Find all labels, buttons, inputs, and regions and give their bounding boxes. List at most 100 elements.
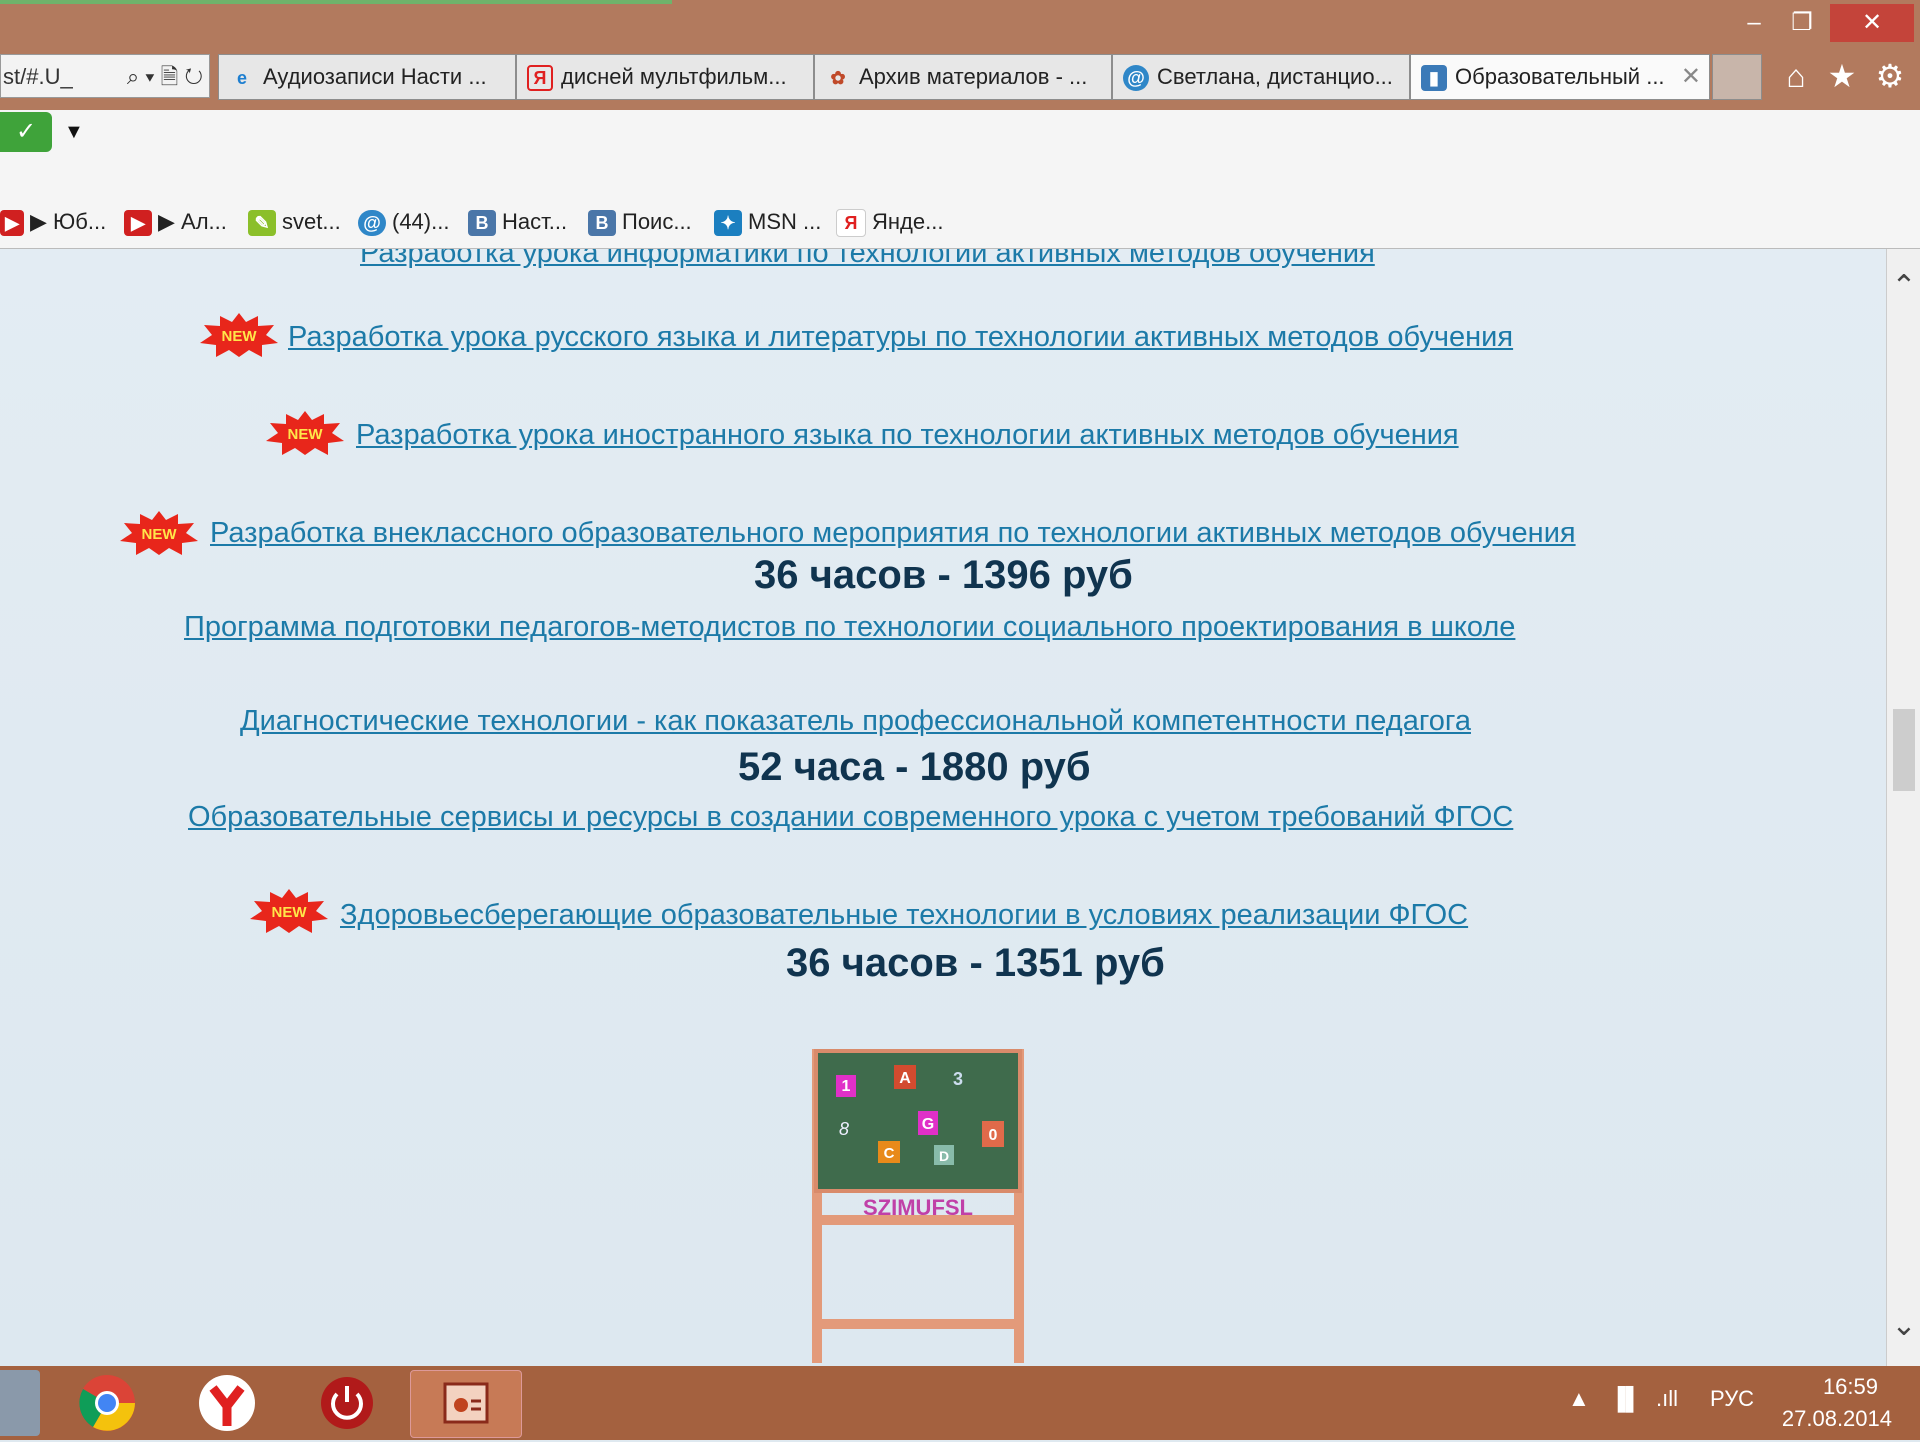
- tray-arrow-icon[interactable]: ▲: [1568, 1386, 1590, 1412]
- check-icon[interactable]: ✓: [0, 112, 52, 152]
- course-link-methodists[interactable]: Программа подготовки педагогов-методисто…: [184, 611, 1515, 644]
- yandex-browser-icon[interactable]: [184, 1370, 270, 1436]
- svg-text:8: 8: [839, 1119, 849, 1139]
- favorite-item[interactable]: B Поис...: [588, 204, 692, 240]
- network-icon[interactable]: ▐▌: [1610, 1386, 1641, 1412]
- new-badge-icon: NEW: [266, 411, 344, 455]
- window-titlebar: – ❐ ✕: [0, 0, 1920, 44]
- minimize-button[interactable]: –: [1732, 4, 1776, 42]
- price-label: 36 часов - 1396 руб: [754, 553, 1133, 597]
- price-label: 52 часа - 1880 руб: [738, 745, 1091, 789]
- course-link-diagnostics[interactable]: Диагностические технологии - как показат…: [240, 705, 1471, 738]
- favorite-item[interactable]: ▶ ▶ Юб...: [0, 204, 106, 240]
- tab-archive[interactable]: ✿ Архив материалов - ...: [814, 54, 1112, 100]
- cartoon-icon: ✿: [830, 68, 846, 89]
- leaf-icon: ✎: [248, 210, 276, 237]
- svg-text:1: 1: [842, 1078, 851, 1095]
- tab-label: Образовательный ...: [1455, 64, 1665, 89]
- new-badge-icon: NEW: [250, 889, 328, 933]
- play-icon: ▶: [30, 209, 47, 234]
- favorite-label: svet...: [282, 209, 341, 234]
- mail-icon: @: [1123, 65, 1149, 92]
- course-link-informatics[interactable]: Разработка урока информатики по технолог…: [360, 249, 1375, 270]
- tab-disney[interactable]: Ядисней мультфильм...: [516, 54, 814, 100]
- svg-text:NEW: NEW: [288, 426, 324, 443]
- home-icon[interactable]: ⌂: [1776, 56, 1816, 96]
- language-indicator[interactable]: РУС: [1710, 1386, 1754, 1412]
- favorite-label: (44)...: [392, 209, 450, 234]
- scroll-down-icon[interactable]: ⌄: [1887, 1306, 1920, 1346]
- favorite-label: Поис...: [622, 209, 692, 234]
- course-link-services[interactable]: Образовательные сервисы и ресурсы в созд…: [188, 801, 1513, 834]
- clock-date[interactable]: 27.08.2014: [1782, 1406, 1892, 1432]
- chrome-icon[interactable]: [64, 1370, 150, 1436]
- command-bar: ✓ ▼: [0, 110, 1920, 196]
- favorite-item[interactable]: B Наст...: [468, 204, 567, 240]
- favorite-item[interactable]: ✦ MSN ...: [714, 204, 821, 240]
- vk-icon: B: [588, 210, 616, 237]
- tab-educational[interactable]: ▮ Образовательный ... ✕: [1410, 54, 1710, 100]
- chalkboard-image: 1 A 3 8 G 0 C D SZIMUFSL: [812, 1049, 1024, 1363]
- svg-text:A: A: [899, 1070, 911, 1087]
- new-badge-icon: NEW: [200, 313, 278, 357]
- favorite-item[interactable]: Я Янде...: [836, 204, 943, 240]
- scroll-up-icon[interactable]: ⌃: [1887, 267, 1920, 307]
- address-bar[interactable]: st/#.U_ ⌕ ▾ 🗎 ↻: [0, 54, 210, 98]
- tab-svetlana[interactable]: @ Светлана, дистанцио...: [1112, 54, 1410, 100]
- svg-text:C: C: [884, 1145, 895, 1162]
- yandex-icon: Я: [527, 65, 553, 92]
- powerpoint-icon[interactable]: [410, 1370, 522, 1438]
- titlebar-accent: [0, 0, 672, 4]
- site-icon: ▮: [1421, 65, 1447, 92]
- course-link-health[interactable]: Здоровьесберегающие образовательные техн…: [340, 899, 1468, 932]
- favorite-item[interactable]: ✎ svet...: [248, 204, 341, 240]
- tab-label: Архив материалов - ...: [859, 64, 1088, 89]
- tab-label: Светлана, дистанцио...: [1157, 64, 1393, 89]
- svg-text:3: 3: [953, 1069, 963, 1089]
- tab-audio[interactable]: e Аудиозаписи Насти ...: [218, 54, 516, 100]
- svg-text:NEW: NEW: [142, 526, 178, 543]
- new-tab-button[interactable]: [1712, 54, 1762, 100]
- favorites-bar: ▶ ▶ Юб... ▶ ▶ Ал... ✎ svet... @ (44)... B Нас…: [0, 196, 1920, 249]
- youtube-icon: ▶: [124, 210, 152, 237]
- taskbar: ▲ ▐▌ .ıll РУС 16:59 27.08.2014: [0, 1366, 1920, 1440]
- svg-text:0: 0: [989, 1127, 998, 1144]
- close-window-button[interactable]: ✕: [1830, 4, 1914, 42]
- chevron-down-icon[interactable]: ▼: [64, 112, 84, 152]
- svg-text:G: G: [922, 1116, 934, 1133]
- new-badge-icon: NEW: [120, 511, 198, 555]
- yandex-icon: Я: [836, 209, 866, 238]
- youtube-icon: ▶: [0, 210, 24, 237]
- price-label: 36 часов - 1351 руб: [786, 941, 1165, 985]
- favorite-label: Янде...: [872, 209, 944, 234]
- favorite-item[interactable]: @ (44)...: [358, 204, 449, 240]
- close-tab-icon[interactable]: ✕: [1681, 55, 1701, 99]
- ie-taskbar-icon[interactable]: [0, 1370, 40, 1436]
- tab-label: Аудиозаписи Насти ...: [263, 64, 487, 89]
- course-link-extracurricular[interactable]: Разработка внеклассного образовательного…: [210, 517, 1576, 550]
- favorite-item[interactable]: ▶ ▶ Ал...: [124, 204, 227, 240]
- ie-icon: e: [236, 68, 247, 89]
- favorite-label: Юб...: [53, 209, 107, 234]
- address-tools[interactable]: ⌕ ▾ 🗎 ↻: [127, 55, 203, 97]
- course-link-foreign[interactable]: Разработка урока иностранного языка по т…: [356, 419, 1459, 452]
- scroll-thumb[interactable]: [1893, 709, 1915, 791]
- msn-icon: ✦: [714, 210, 742, 237]
- svg-text:NEW: NEW: [222, 328, 258, 345]
- course-link-russian[interactable]: Разработка урока русского языка и литера…: [288, 321, 1513, 354]
- signal-icon[interactable]: .ıll: [1656, 1386, 1678, 1412]
- vertical-scrollbar[interactable]: ⌃ ⌄: [1886, 249, 1920, 1366]
- tab-row: st/#.U_ ⌕ ▾ 🗎 ↻ e Аудиозаписи Насти ... Я…: [0, 44, 1920, 110]
- maximize-button[interactable]: ❐: [1780, 4, 1824, 42]
- favorite-label: Наст...: [502, 209, 568, 234]
- favorite-label: Ал...: [181, 209, 227, 234]
- address-text[interactable]: st/#.U_: [3, 64, 73, 89]
- favorites-star-icon[interactable]: ★: [1822, 56, 1862, 96]
- svg-text:D: D: [939, 1148, 949, 1164]
- clock-time[interactable]: 16:59: [1823, 1374, 1878, 1400]
- vk-icon: B: [468, 210, 496, 237]
- power-icon[interactable]: [304, 1370, 390, 1436]
- gear-icon[interactable]: ⚙: [1870, 56, 1910, 96]
- page-content: Разработка урока информатики по технолог…: [0, 249, 1886, 1366]
- mail-icon: @: [358, 210, 386, 237]
